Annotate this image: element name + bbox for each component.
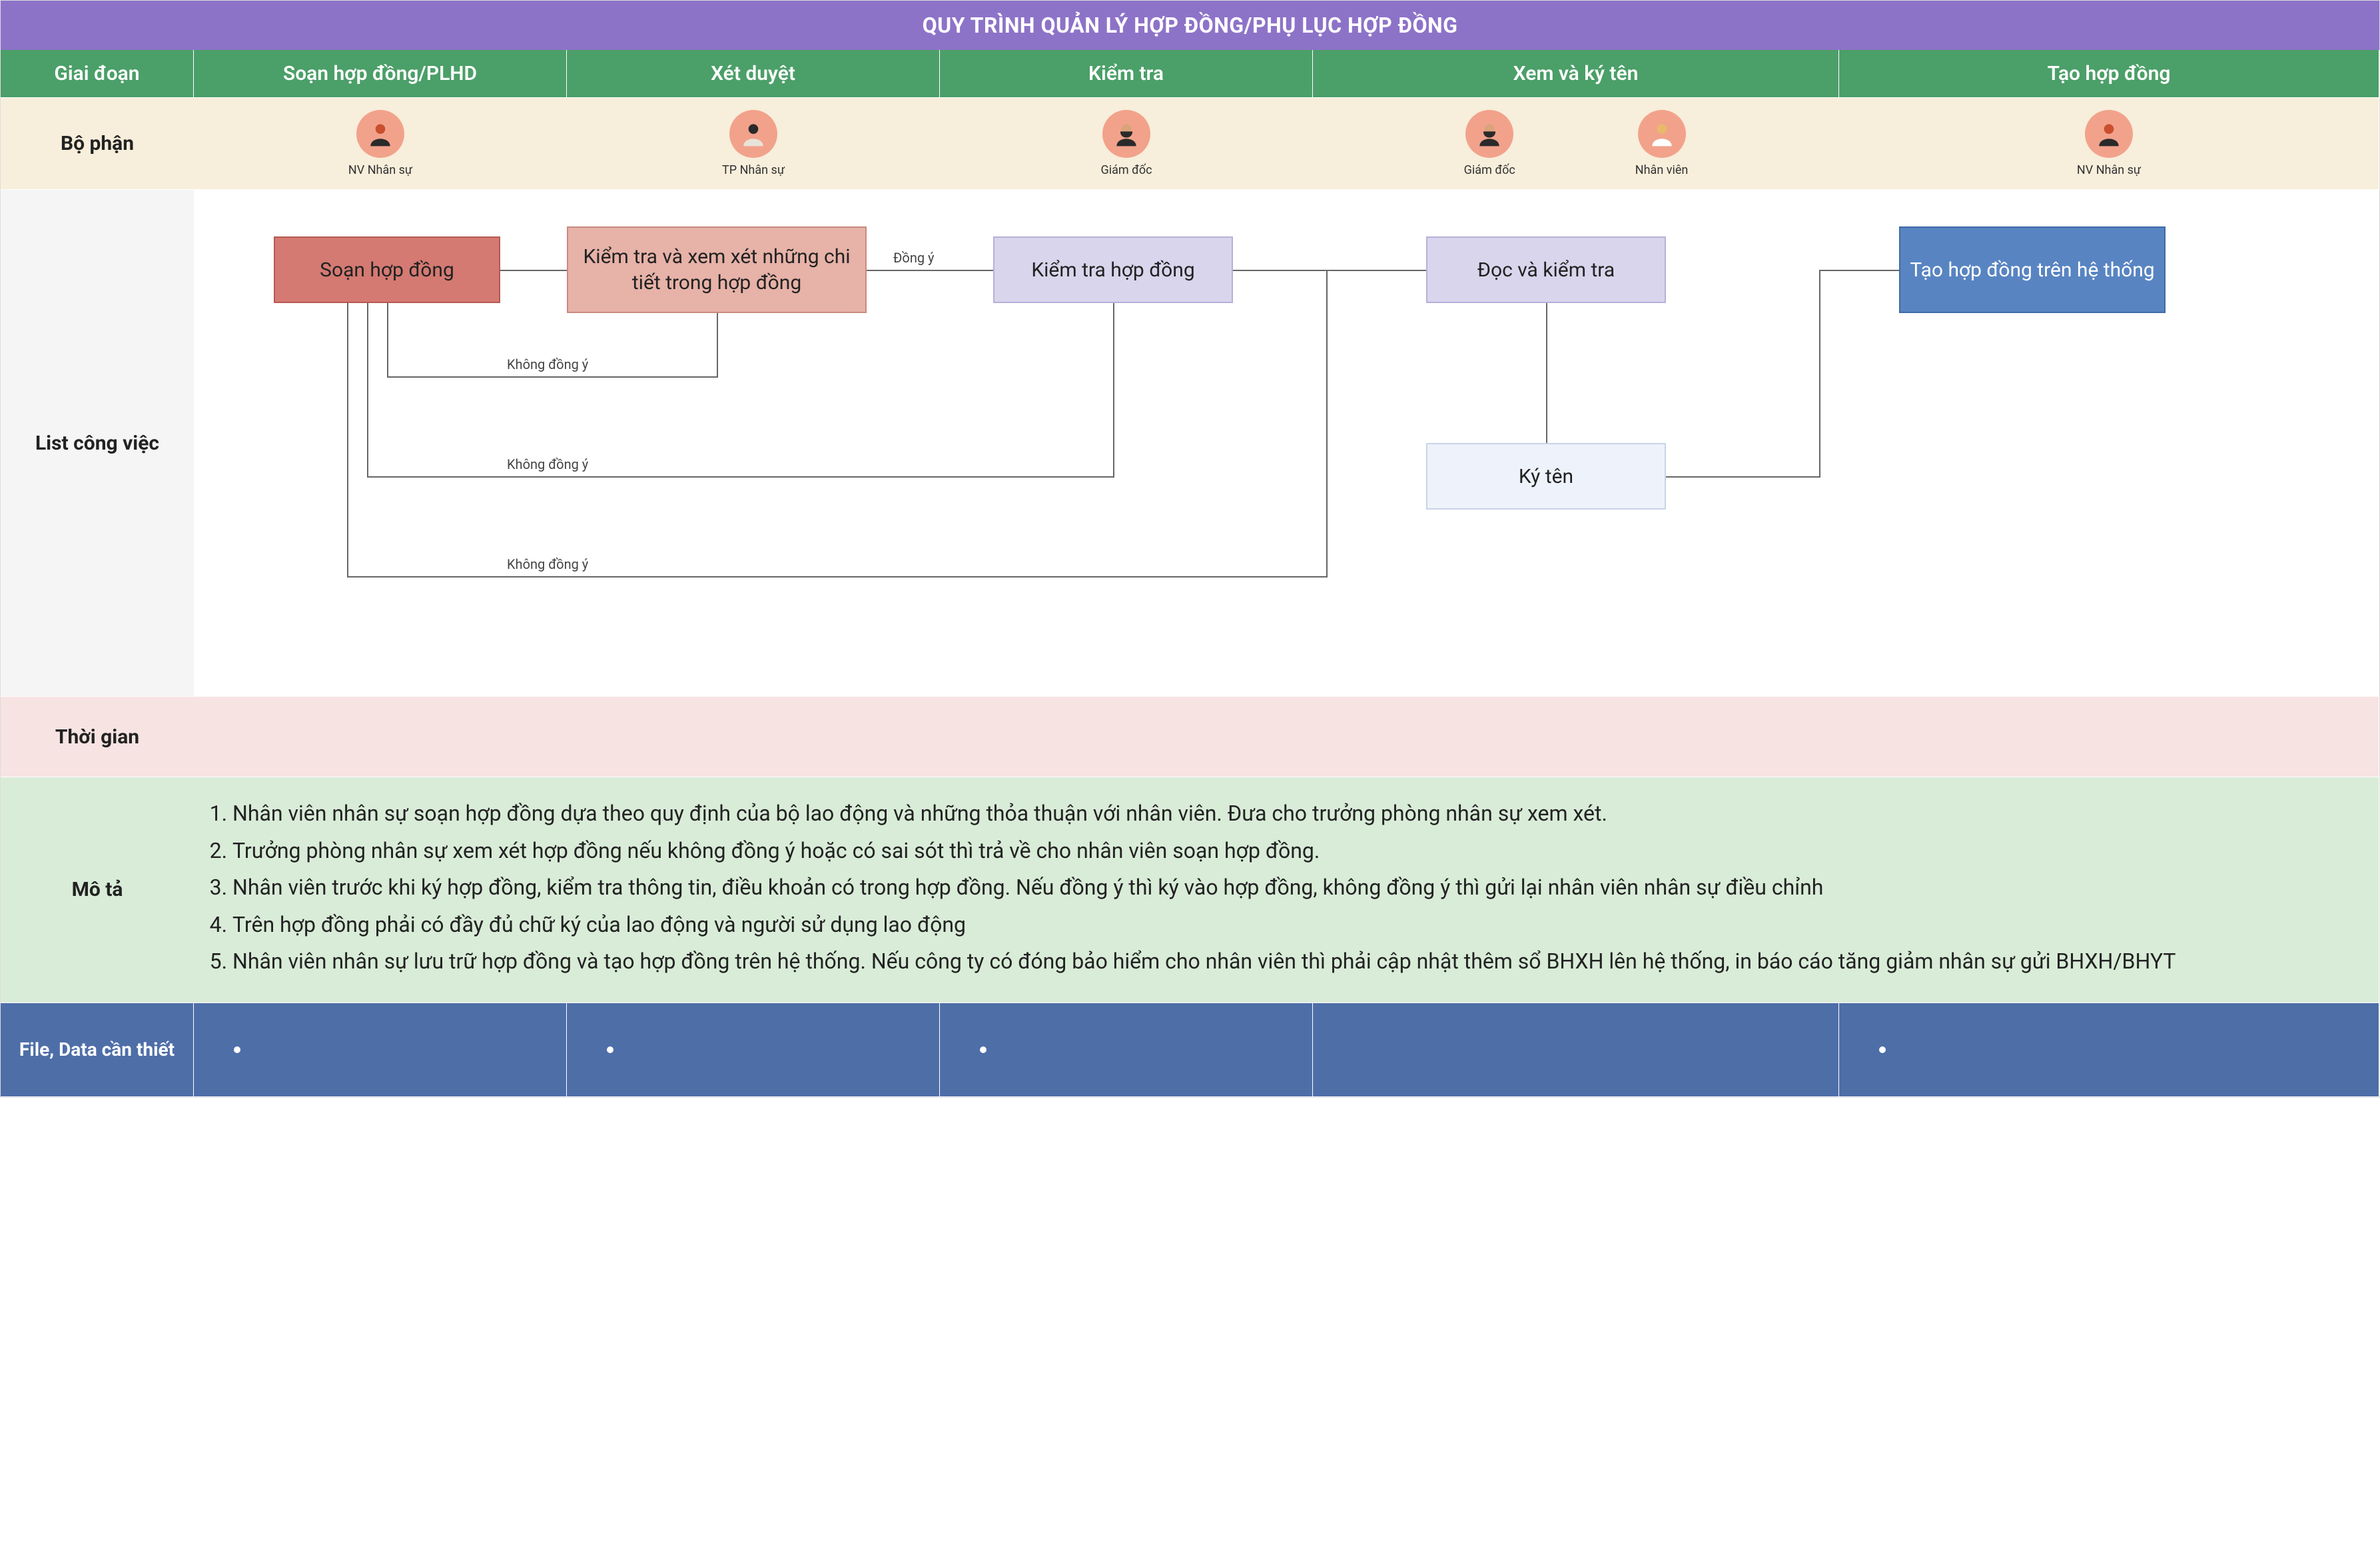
persona-name: NV Nhân sự	[2077, 163, 2141, 177]
time-cell	[1313, 697, 1839, 777]
file-row: File, Data cần thiết	[1, 1003, 2379, 1097]
connector	[1113, 303, 1114, 476]
persona: Nhân viên	[1635, 110, 1689, 177]
connector	[367, 476, 1114, 478]
connector	[387, 303, 388, 378]
desc-item: Trưởng phòng nhân sự xem xét hợp đồng nế…	[232, 835, 2352, 868]
row-label-time: Thời gian	[1, 697, 194, 777]
diagram-title: QUY TRÌNH QUẢN LÝ HỢP ĐỒNG/PHỤ LỤC HỢP Đ…	[1, 1, 2379, 50]
persona-name: Giám đốc	[1464, 163, 1515, 177]
bullet-icon	[980, 1046, 987, 1053]
persona-name: NV Nhân sự	[348, 163, 412, 177]
department-row: Bộ phận NV Nhân sự TP Nhân sự Giám đốc	[1, 98, 2379, 190]
avatar-icon	[1465, 110, 1513, 158]
swimlane-diagram: QUY TRÌNH QUẢN LÝ HỢP ĐỒNG/PHỤ LỤC HỢP Đ…	[0, 0, 2380, 1098]
time-cell	[567, 697, 940, 777]
header-col-5: Tạo hợp đồng	[1839, 50, 2379, 97]
file-cell	[940, 1003, 1313, 1096]
persona: NV Nhân sự	[2077, 110, 2141, 177]
edge-label-disagree-2: Không đồng ý	[507, 456, 588, 472]
file-cell	[1839, 1003, 2379, 1096]
avatar-icon	[1102, 110, 1150, 158]
desc-item: Nhân viên nhân sự lưu trữ hợp đồng và tạ…	[232, 945, 2352, 978]
connector	[1326, 270, 1328, 576]
description-body: Nhân viên nhân sự soạn hợp đồng dựa theo…	[194, 777, 2379, 1002]
dept-cell-4: Giám đốc Nhân viên	[1313, 98, 1839, 189]
flow-box-sign: Ký tên	[1426, 443, 1666, 510]
time-cell	[940, 697, 1313, 777]
work-row: List công việc Soạn hợp đồng Kiểm tra và…	[1, 190, 2379, 697]
row-label-file: File, Data cần thiết	[1, 1003, 194, 1096]
connector	[717, 313, 718, 376]
dept-cell-2: TP Nhân sự	[567, 98, 940, 189]
avatar-icon	[356, 110, 404, 158]
header-col-3: Kiểm tra	[940, 50, 1313, 97]
flow-box-draft: Soạn hợp đồng	[274, 236, 500, 303]
row-label-work: List công việc	[1, 190, 194, 696]
flow-box-check: Kiểm tra hợp đồng	[993, 236, 1233, 303]
avatar-icon	[1638, 110, 1686, 158]
desc-item: Trên hợp đồng phải có đầy đủ chữ ký của …	[232, 909, 2352, 942]
edge-label-agree: Đồng ý	[893, 250, 935, 266]
flow-box-review: Kiểm tra và xem xét những chi tiết trong…	[567, 226, 867, 313]
flow-box-read: Đọc và kiểm tra	[1426, 236, 1666, 303]
flowchart-area: Soạn hợp đồng Kiểm tra và xem xét những …	[194, 190, 2379, 696]
edge-label-disagree-3: Không đồng ý	[507, 556, 588, 572]
description-row: Mô tả Nhân viên nhân sự soạn hợp đồng dự…	[1, 777, 2379, 1003]
file-cell	[567, 1003, 940, 1096]
bullet-icon	[234, 1046, 240, 1053]
edge-label-disagree-1: Không đồng ý	[507, 356, 588, 372]
header-col-2: Xét duyệt	[567, 50, 940, 97]
connector	[1546, 303, 1547, 443]
header-col-1: Soạn hợp đồng/PLHD	[194, 50, 567, 97]
persona-pair: Giám đốc Nhân viên	[1321, 110, 1831, 177]
connector	[387, 376, 718, 378]
connector	[1819, 270, 1820, 478]
time-cell	[194, 697, 567, 777]
desc-item: Nhân viên trước khi ký hợp đồng, kiểm tr…	[232, 871, 2352, 905]
connector	[347, 303, 348, 578]
flow-box-create: Tạo hợp đồng trên hệ thống	[1899, 226, 2166, 313]
dept-cell-5: NV Nhân sự	[1839, 98, 2379, 189]
persona-name: Nhân viên	[1635, 163, 1689, 177]
persona: TP Nhân sự	[722, 110, 785, 177]
connector	[1326, 270, 1426, 271]
connector	[347, 576, 1328, 578]
persona: NV Nhân sự	[348, 110, 412, 177]
connector	[1666, 476, 1819, 478]
header-col-4: Xem và ký tên	[1313, 50, 1839, 97]
persona-name: Giám đốc	[1100, 163, 1152, 177]
desc-item: Nhân viên nhân sự soạn hợp đồng dựa theo…	[232, 797, 2352, 831]
header-row: Giai đoạn Soạn hợp đồng/PLHD Xét duyệt K…	[1, 50, 2379, 98]
avatar-icon	[2085, 110, 2133, 158]
time-cell	[1839, 697, 2379, 777]
bullet-icon	[1879, 1046, 1886, 1053]
persona: Giám đốc	[1464, 110, 1515, 177]
connector	[1819, 270, 1899, 271]
persona: Giám đốc	[1100, 110, 1152, 177]
persona-name: TP Nhân sự	[722, 163, 785, 177]
time-row: Thời gian	[1, 697, 2379, 777]
row-label-dept: Bộ phận	[1, 98, 194, 189]
connector	[867, 270, 993, 271]
file-cell	[194, 1003, 567, 1096]
row-label-desc: Mô tả	[1, 777, 194, 1002]
connector	[500, 270, 567, 271]
header-stage: Giai đoạn	[1, 50, 194, 97]
file-cell	[1313, 1003, 1839, 1096]
connector	[367, 303, 368, 478]
bullet-icon	[607, 1046, 613, 1053]
dept-cell-3: Giám đốc	[940, 98, 1313, 189]
avatar-icon	[729, 110, 777, 158]
dept-cell-1: NV Nhân sự	[194, 98, 567, 189]
